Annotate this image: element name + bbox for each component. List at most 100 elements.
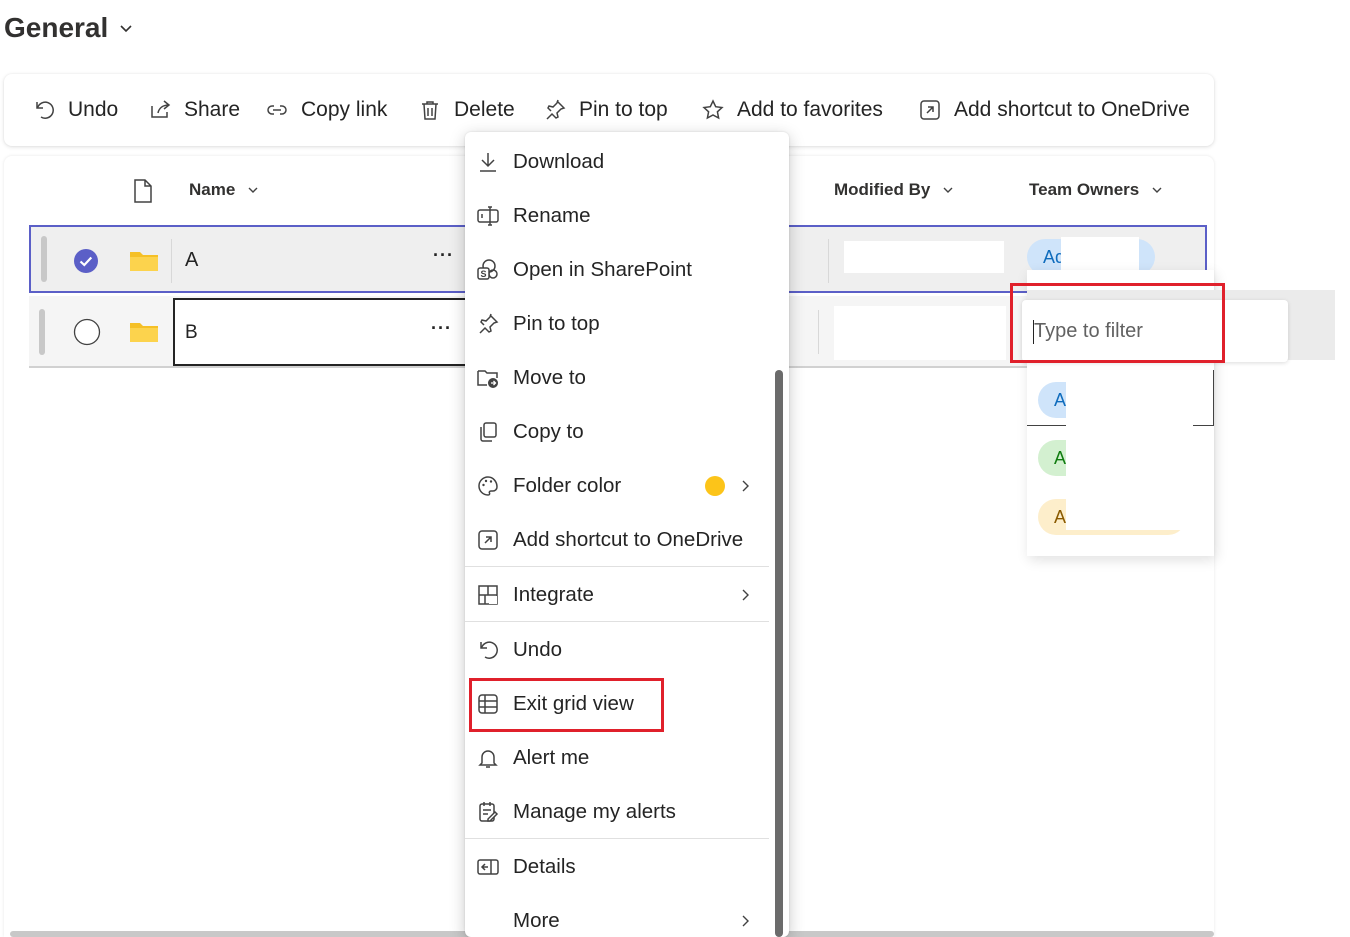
column-header-modified-by[interactable]: Modified By bbox=[834, 180, 954, 200]
star-icon bbox=[702, 99, 724, 120]
details-icon bbox=[477, 859, 499, 875]
row-name[interactable]: A bbox=[185, 249, 198, 272]
copy-link-button[interactable]: Copy link bbox=[265, 74, 387, 146]
share-icon bbox=[151, 100, 171, 118]
menu-item-label: Alert me bbox=[513, 746, 590, 769]
pin-icon bbox=[546, 99, 566, 120]
menu-item-folder-color[interactable]: Folder color bbox=[465, 459, 775, 513]
delete-label: Delete bbox=[454, 98, 515, 121]
menu-item-label: Manage my alerts bbox=[513, 800, 676, 823]
menu-item-pin-to-top[interactable]: Pin to top bbox=[465, 297, 775, 351]
share-label: Share bbox=[184, 98, 241, 121]
menu-item-rename[interactable]: Rename bbox=[465, 189, 775, 243]
menu-item-open-in-sharepoint[interactable]: S Open in SharePoint bbox=[465, 243, 775, 297]
bell-icon bbox=[478, 750, 498, 768]
highlight-box bbox=[469, 678, 664, 732]
chevron-right-icon bbox=[742, 915, 749, 927]
sharepoint-icon: S bbox=[477, 259, 498, 280]
menu-separator bbox=[465, 621, 769, 622]
menu-item-label: Rename bbox=[513, 204, 591, 227]
undo-label: Undo bbox=[68, 98, 119, 121]
option-initial: A bbox=[1054, 506, 1067, 527]
chevron-right-icon bbox=[742, 589, 749, 601]
chevron-down-icon bbox=[1152, 187, 1162, 193]
highlight-box bbox=[1010, 283, 1225, 363]
pin-icon bbox=[479, 313, 499, 334]
column-team-owners-label: Team Owners bbox=[1029, 180, 1140, 199]
owner-name-redacted bbox=[1061, 237, 1139, 271]
menu-item-download[interactable]: Download bbox=[465, 135, 775, 189]
name-cell-editor[interactable] bbox=[173, 298, 473, 366]
pin-to-top-label: Pin to top bbox=[579, 98, 668, 121]
download-icon bbox=[480, 153, 496, 172]
more-actions-icon[interactable]: ··· bbox=[433, 245, 454, 266]
chevron-down-icon bbox=[120, 25, 132, 33]
shortcut-icon bbox=[478, 530, 498, 550]
menu-item-label: Integrate bbox=[513, 583, 594, 606]
column-name-label: Name bbox=[189, 180, 236, 199]
column-header-team-owners[interactable]: Team Owners bbox=[1029, 180, 1163, 200]
page-title[interactable]: General bbox=[4, 12, 134, 44]
menu-item-more[interactable]: More bbox=[465, 894, 775, 937]
more-actions-icon[interactable]: ··· bbox=[431, 318, 452, 339]
row-drag-handle[interactable] bbox=[39, 309, 45, 355]
menu-item-label: Details bbox=[513, 855, 576, 878]
trash-icon bbox=[422, 101, 438, 120]
library-title: General bbox=[4, 12, 109, 43]
rename-icon bbox=[477, 206, 499, 226]
menu-item-label: Copy to bbox=[513, 420, 584, 443]
add-to-favorites-label: Add to favorites bbox=[737, 98, 883, 121]
menu-item-label: Add shortcut to OneDrive bbox=[513, 528, 744, 551]
menu-item-manage-my-alerts[interactable]: Manage my alerts bbox=[465, 785, 775, 839]
menu-item-integrate[interactable]: Integrate bbox=[465, 568, 775, 622]
cell-divider bbox=[818, 310, 819, 354]
folder-color-swatch bbox=[705, 476, 725, 496]
add-shortcut-button[interactable]: Add shortcut to OneDrive bbox=[918, 74, 1190, 146]
folder-icon bbox=[130, 323, 158, 342]
menu-item-move-to[interactable]: Move to bbox=[465, 351, 775, 405]
svg-text:S: S bbox=[480, 269, 486, 279]
column-modified-by-label: Modified By bbox=[834, 180, 931, 199]
menu-item-label: Move to bbox=[513, 366, 586, 389]
menu-item-undo[interactable]: Undo bbox=[465, 623, 775, 677]
menu-separator bbox=[465, 566, 769, 567]
menu-item-label: Folder color bbox=[513, 474, 622, 497]
menu-item-label: Open in SharePoint bbox=[513, 258, 692, 281]
manage-alerts-icon bbox=[479, 802, 499, 822]
modified-by-cell bbox=[834, 306, 1006, 360]
menu-scrollbar[interactable] bbox=[775, 370, 783, 937]
row-name[interactable]: B bbox=[185, 322, 198, 344]
menu-item-details[interactable]: Details bbox=[465, 840, 775, 894]
option-initial: A bbox=[1054, 447, 1067, 468]
chevron-down-icon bbox=[943, 187, 953, 193]
modified-by-cell bbox=[844, 241, 1004, 273]
move-to-icon bbox=[477, 370, 498, 388]
menu-item-add-shortcut[interactable]: Add shortcut to OneDrive bbox=[465, 513, 775, 567]
share-button[interactable]: Share bbox=[148, 74, 240, 146]
menu-item-label: Undo bbox=[513, 638, 563, 661]
folder-icon bbox=[130, 252, 158, 271]
copy-link-label: Copy link bbox=[301, 98, 388, 121]
integrate-icon bbox=[478, 585, 498, 605]
menu-item-alert-me[interactable]: Alert me bbox=[465, 731, 775, 785]
undo-icon bbox=[36, 101, 54, 119]
menu-item-copy-to[interactable]: Copy to bbox=[465, 405, 775, 459]
selection-circle-icon[interactable] bbox=[73, 318, 101, 346]
palette-icon bbox=[478, 476, 498, 496]
checkmark-circle-icon[interactable] bbox=[73, 248, 99, 274]
owner-names-redacted bbox=[1066, 380, 1193, 530]
add-shortcut-label: Add shortcut to OneDrive bbox=[954, 98, 1190, 121]
menu-separator bbox=[465, 838, 769, 839]
shortcut-icon bbox=[920, 100, 940, 120]
copy-icon bbox=[480, 422, 497, 442]
row-drag-handle[interactable] bbox=[41, 236, 47, 282]
column-header-name[interactable]: Name bbox=[189, 180, 259, 200]
file-type-icon[interactable] bbox=[133, 179, 153, 203]
chevron-down-icon bbox=[248, 187, 258, 193]
menu-item-label: More bbox=[513, 909, 560, 932]
option-initial: A bbox=[1054, 389, 1067, 410]
undo-icon bbox=[480, 641, 498, 659]
menu-item-label: Download bbox=[513, 150, 605, 173]
undo-button[interactable]: Undo bbox=[32, 74, 118, 146]
cell-divider bbox=[171, 239, 172, 283]
